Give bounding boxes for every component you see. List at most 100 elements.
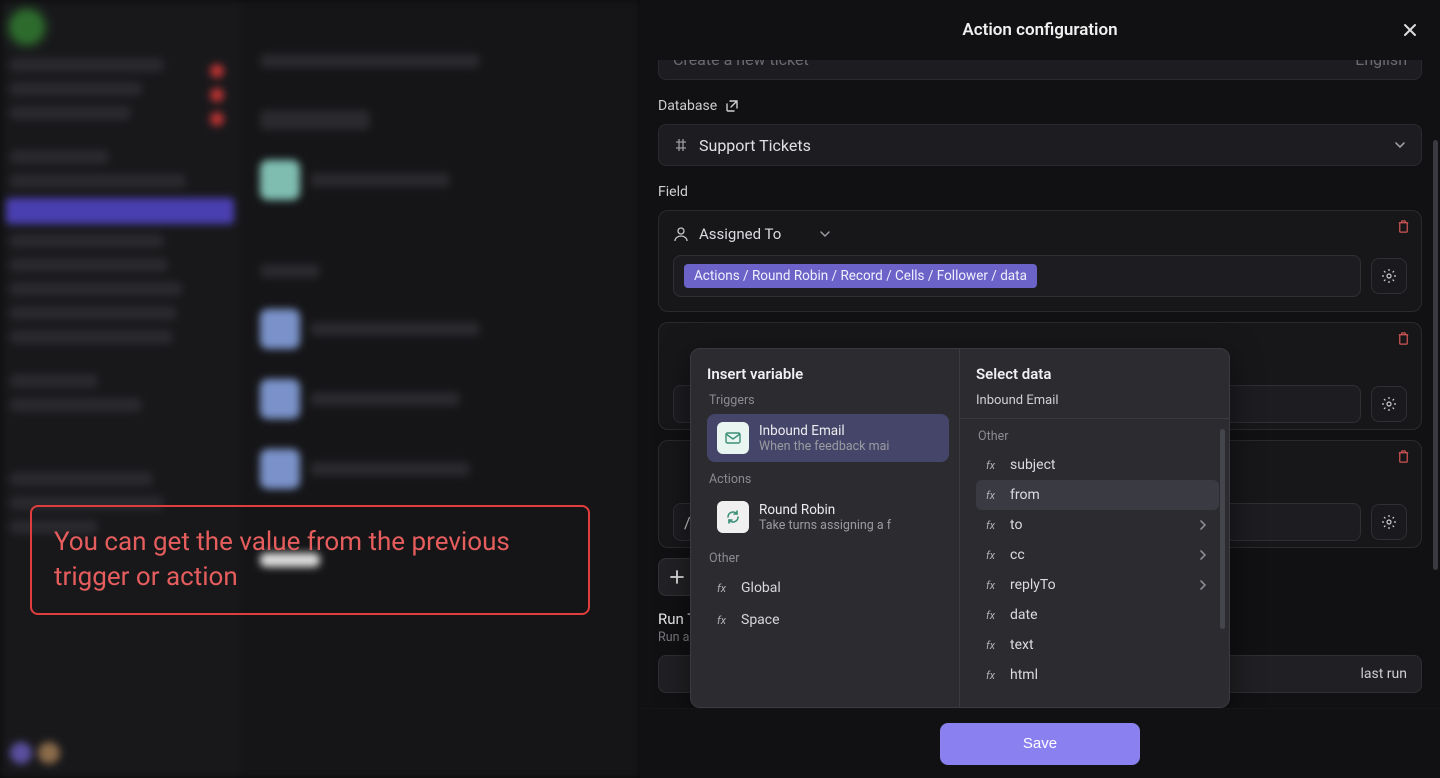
field-settings-button[interactable] [1371,258,1407,294]
svg-text:fx: fx [986,519,996,532]
panel-title: Action configuration [962,20,1117,40]
popover-scrollbar[interactable] [1220,429,1225,629]
field-label: Field [658,184,1422,200]
fx-icon: fx [986,548,1000,562]
panel-footer: Save [640,708,1440,778]
fx-icon: fx [717,613,731,627]
refresh-icon [717,501,749,533]
chevron-down-icon [1393,138,1407,152]
popover-left-title: Insert variable [707,365,949,383]
run-last-label: last run [1361,666,1408,682]
fx-icon: fx [986,608,1000,622]
section-triggers: Triggers [709,393,949,408]
data-field-subject[interactable]: fx subject [976,450,1219,480]
mail-icon [717,422,749,454]
fx-icon: fx [986,518,1000,532]
hint-callout: You can get the value from the previous … [30,505,590,615]
data-field-date[interactable]: fx date [976,600,1219,630]
svg-text:fx: fx [986,549,996,562]
scrollbar-thumb[interactable] [1433,140,1438,570]
action-round-robin[interactable]: Round Robin Take turns assigning a f [707,493,949,541]
data-field-cc[interactable]: fx cc [976,540,1219,570]
data-field-replyTo[interactable]: fx replyTo [976,570,1219,600]
data-field-from[interactable]: fx from [976,480,1219,510]
action-type-value: Create a new ticket [673,60,809,69]
delete-field-button[interactable] [1396,331,1411,346]
section-actions: Actions [709,472,949,487]
trigger-name: Inbound Email [759,423,889,439]
plus-icon [669,569,685,585]
fx-icon: fx [717,581,731,595]
field-card-assigned-to: Assigned To Actions / Round Robin / Reco… [658,210,1422,312]
fx-icon: fx [986,578,1000,592]
trigger-inbound-email[interactable]: Inbound Email When the feedback mai [707,414,949,462]
trash-icon [1396,449,1411,464]
svg-text:fx: fx [717,582,727,595]
data-field-html[interactable]: fx html [976,660,1219,690]
action-desc: Take turns assigning a f [759,518,891,533]
field-value-input[interactable]: Actions / Round Robin / Record / Cells /… [673,255,1361,297]
trash-icon [1396,219,1411,234]
chevron-down-icon [819,228,831,240]
fx-icon: fx [986,488,1000,502]
svg-text:fx: fx [986,489,996,502]
data-field-label: from [1010,487,1040,503]
action-type-lang: English [1355,60,1407,69]
data-field-label: date [1010,607,1038,623]
gear-icon [1381,396,1397,412]
person-icon [673,226,689,242]
variable-token[interactable]: Actions / Round Robin / Record / Cells /… [684,264,1037,288]
action-config-panel: Action configuration Create a new ticket… [640,0,1440,778]
gear-icon [1381,268,1397,284]
panel-body: Create a new ticket English Database Sup… [640,60,1440,708]
action-type-dropdown[interactable]: Create a new ticket English [658,60,1422,80]
data-field-text[interactable]: fx text [976,630,1219,660]
chevron-right-icon [1197,549,1209,561]
field-selector[interactable]: Assigned To [673,225,1407,243]
hash-icon [673,137,689,153]
popover-right-title: Select data [976,365,1219,383]
delete-field-button[interactable] [1396,219,1411,234]
chevron-right-icon [1197,579,1209,591]
gear-icon [1381,514,1397,530]
trigger-desc: When the feedback mai [759,439,889,454]
field-settings-button[interactable] [1371,386,1407,422]
section-other: Other [709,551,949,566]
insert-variable-popover: Insert variable Triggers Inbound Email W… [690,348,1230,708]
field-settings-button[interactable] [1371,504,1407,540]
database-label: Database [658,98,1422,114]
data-field-label: text [1010,637,1034,653]
field-name: Assigned To [699,225,781,243]
svg-text:fx: fx [986,609,996,622]
data-field-to[interactable]: fx to [976,510,1219,540]
popover-right-column: Select data Inbound Email Other fx subjec… [960,349,1229,707]
fx-icon: fx [986,458,1000,472]
data-field-label: cc [1010,547,1025,563]
data-field-label: replyTo [1010,577,1056,593]
svg-text:fx: fx [986,579,996,592]
database-dropdown[interactable]: Support Tickets [658,124,1422,166]
fx-icon: fx [986,638,1000,652]
svg-text:fx: fx [986,459,996,472]
svg-text:fx: fx [717,614,727,627]
data-field-label: to [1010,517,1022,533]
other-space[interactable]: fx Space [707,604,949,636]
panel-header: Action configuration [640,0,1440,60]
popover-left-column: Insert variable Triggers Inbound Email W… [691,349,960,707]
section-data-other: Other [978,429,1219,444]
save-button[interactable]: Save [940,723,1140,765]
delete-field-button[interactable] [1396,449,1411,464]
action-name: Round Robin [759,502,891,518]
data-field-label: subject [1010,457,1056,473]
other-global[interactable]: fx Global [707,572,949,604]
trash-icon [1396,331,1411,346]
svg-text:fx: fx [986,639,996,652]
fx-icon: fx [986,668,1000,682]
external-link-icon[interactable] [725,99,739,113]
popover-right-sub: Inbound Email [976,393,1219,408]
close-icon [1401,21,1419,39]
close-button[interactable] [1398,18,1422,42]
hint-text: You can get the value from the previous … [54,527,510,592]
data-field-label: html [1010,667,1038,683]
svg-text:fx: fx [986,669,996,682]
